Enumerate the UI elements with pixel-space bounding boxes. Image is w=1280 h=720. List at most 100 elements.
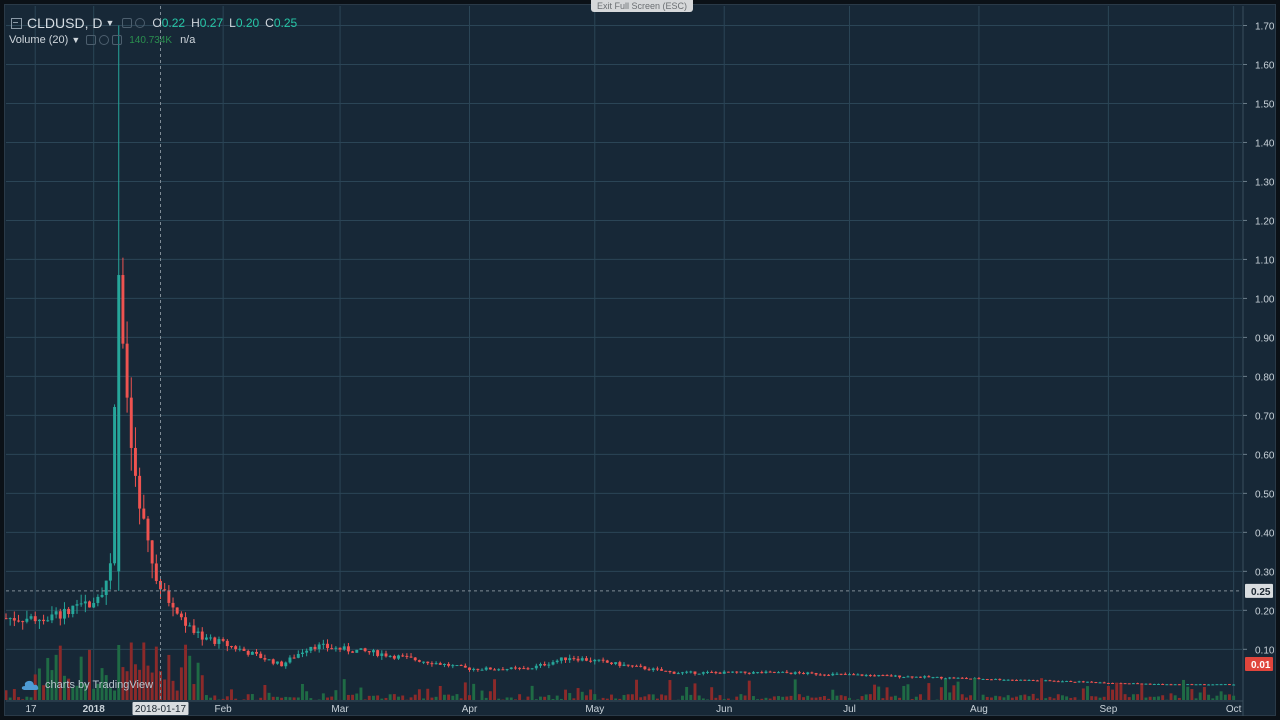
candle [100,595,104,597]
high-label: H [191,16,200,30]
candle [1069,680,1073,682]
volume-bar [973,678,977,700]
candle [447,663,451,666]
volume-bar [601,697,605,700]
hide-icon[interactable] [99,35,110,45]
volume-bar [831,689,835,700]
candle [726,671,730,673]
candle [133,447,137,476]
volume-bar [964,697,968,700]
candle [1165,684,1169,686]
volume-bar [610,694,613,700]
candle [685,671,689,673]
candle [363,648,367,652]
exit-fullscreen-button[interactable]: Exit Full Screen (ESC) [591,0,694,12]
candle [380,653,384,656]
settings-icon[interactable] [122,18,133,28]
candle [1086,681,1089,683]
volume-bar [1161,695,1165,700]
volume-bar [760,698,764,700]
symbol-title[interactable]: CLDUSD, D [27,15,102,31]
candle [964,677,968,679]
volume-bar [1182,679,1186,700]
candle [822,674,826,676]
candle [409,656,413,658]
candle [62,608,66,619]
volume-bar [689,694,693,700]
volume-bar [493,679,497,700]
candle [142,508,146,519]
volume-bar [1060,695,1064,700]
volume-bar [1098,697,1102,700]
candle [1152,684,1156,686]
candle [163,589,167,591]
volume-bar [330,696,334,700]
volume-bar [981,694,985,700]
volume-bar [660,694,664,700]
candle [192,625,196,633]
tradingview-watermark[interactable]: charts by TradingView [21,679,153,691]
candle [676,673,680,675]
candle [647,669,651,671]
chevron-down-icon[interactable]: ▼ [105,18,114,28]
volume-bar [1115,682,1119,700]
candle [655,668,659,670]
chevron-down-icon[interactable]: ▼ [71,35,80,45]
candle [651,668,655,671]
candle [572,658,576,660]
candle [171,602,175,608]
candle [367,651,371,653]
volume-bar [1173,695,1177,700]
volume-bar [593,694,597,700]
x-tick-label: Mar [331,704,349,715]
candle [1169,684,1173,686]
candle [1223,684,1227,686]
candle [476,668,480,670]
settings-icon[interactable] [86,35,97,45]
candle [835,673,839,675]
y-tick-label: 0.80 [1255,372,1275,383]
volume-bar [551,698,555,700]
volume-label[interactable]: Volume (20) [9,34,68,46]
candle [944,678,947,680]
volume-bar [342,679,346,700]
y-tick-label: 0.70 [1255,411,1275,422]
volume-bar [822,696,826,700]
y-tick-label: 0.40 [1255,528,1275,539]
volume-bar [772,696,776,700]
collapse-icon[interactable] [11,17,22,29]
candle [296,653,300,658]
candle [635,665,638,667]
volume-bar [209,697,213,700]
volume-bar [1194,698,1198,700]
volume-bar [463,682,467,700]
candle [568,658,572,661]
candle [1044,680,1048,682]
volume-bar [848,697,851,700]
volume-bar [530,685,534,700]
volume-bar [1202,686,1206,700]
candle [305,650,309,653]
volume-bar [417,689,421,700]
candle [768,671,772,673]
candle [923,676,927,678]
candle [88,601,91,608]
candle [1065,680,1069,682]
volume-bar [559,698,563,700]
candle [309,646,313,651]
volume-bar [998,696,1002,700]
volume-bar [129,642,133,700]
candle [371,650,375,653]
close-icon[interactable] [112,35,123,45]
volume-bar [29,697,33,700]
volume-bar [839,695,843,700]
volume-bar [568,693,572,700]
volume-bar [547,695,551,700]
volume-bar [680,695,684,700]
volume-bar [447,694,451,700]
chart-canvas[interactable]: 0.10 0.20 0.30 0.40 0.50 0.60 0.70 0.80 0.90 1.00… [5,5,1277,717]
candle [802,673,806,675]
candle [580,658,584,661]
hide-icon[interactable] [135,18,146,28]
low-value: 0.20 [235,16,260,30]
